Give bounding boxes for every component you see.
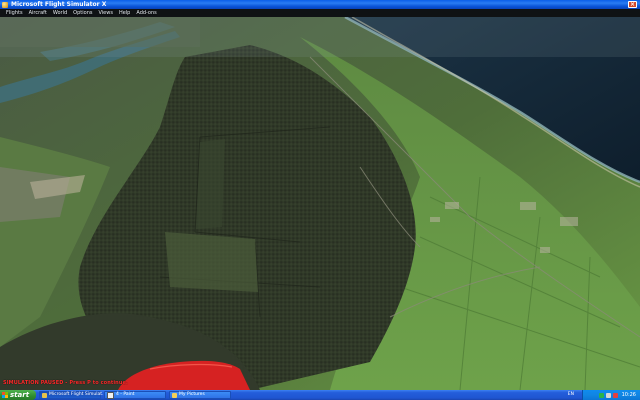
menu-world[interactable]: World: [53, 9, 67, 17]
network-icon[interactable]: [598, 392, 604, 398]
menu-flights[interactable]: Flights: [6, 9, 23, 17]
menu-aircraft[interactable]: Aircraft: [29, 9, 47, 17]
window-title: Microsoft Flight Simulator X: [11, 1, 107, 8]
windows-logo-icon: [2, 392, 8, 398]
menu-options[interactable]: Options: [73, 9, 92, 17]
security-alert-icon[interactable]: [612, 392, 618, 398]
menu-help[interactable]: Help: [119, 9, 130, 17]
volume-icon[interactable]: [605, 392, 611, 398]
fsx-icon: [42, 392, 47, 398]
menu-views[interactable]: Views: [98, 9, 112, 17]
window-titlebar[interactable]: Microsoft Flight Simulator X ×: [0, 0, 640, 9]
start-button[interactable]: start: [0, 390, 36, 400]
paint-icon: [107, 391, 114, 399]
task-button-paint[interactable]: 4 - Paint: [104, 391, 166, 399]
task-label-paint: 4 - Paint: [116, 392, 135, 397]
task-button-fsx[interactable]: Microsoft Flight Simulat...: [39, 391, 106, 399]
task-label-my-pictures: My Pictures: [179, 392, 205, 397]
simulator-view[interactable]: [0, 17, 640, 390]
start-label: start: [10, 391, 30, 399]
folder-icon: [172, 392, 177, 398]
system-tray: 10:26: [582, 390, 640, 400]
language-indicator[interactable]: EN: [568, 390, 574, 400]
close-button[interactable]: ×: [628, 1, 637, 8]
app-icon: [2, 1, 8, 8]
menu-addons[interactable]: Add-ons: [136, 9, 156, 17]
task-button-my-pictures[interactable]: My Pictures: [169, 391, 231, 399]
clock[interactable]: 10:26: [622, 390, 636, 400]
menu-bar: Flights Aircraft World Options Views Hel…: [0, 9, 640, 17]
taskbar: start Microsoft Flight Simulat... 4 - Pa…: [0, 390, 640, 400]
simulation-paused-message: SIMULATION PAUSED - Press P to continue.: [3, 380, 128, 386]
task-label-fsx: Microsoft Flight Simulat...: [49, 392, 107, 397]
terrain-scene: [0, 17, 640, 390]
